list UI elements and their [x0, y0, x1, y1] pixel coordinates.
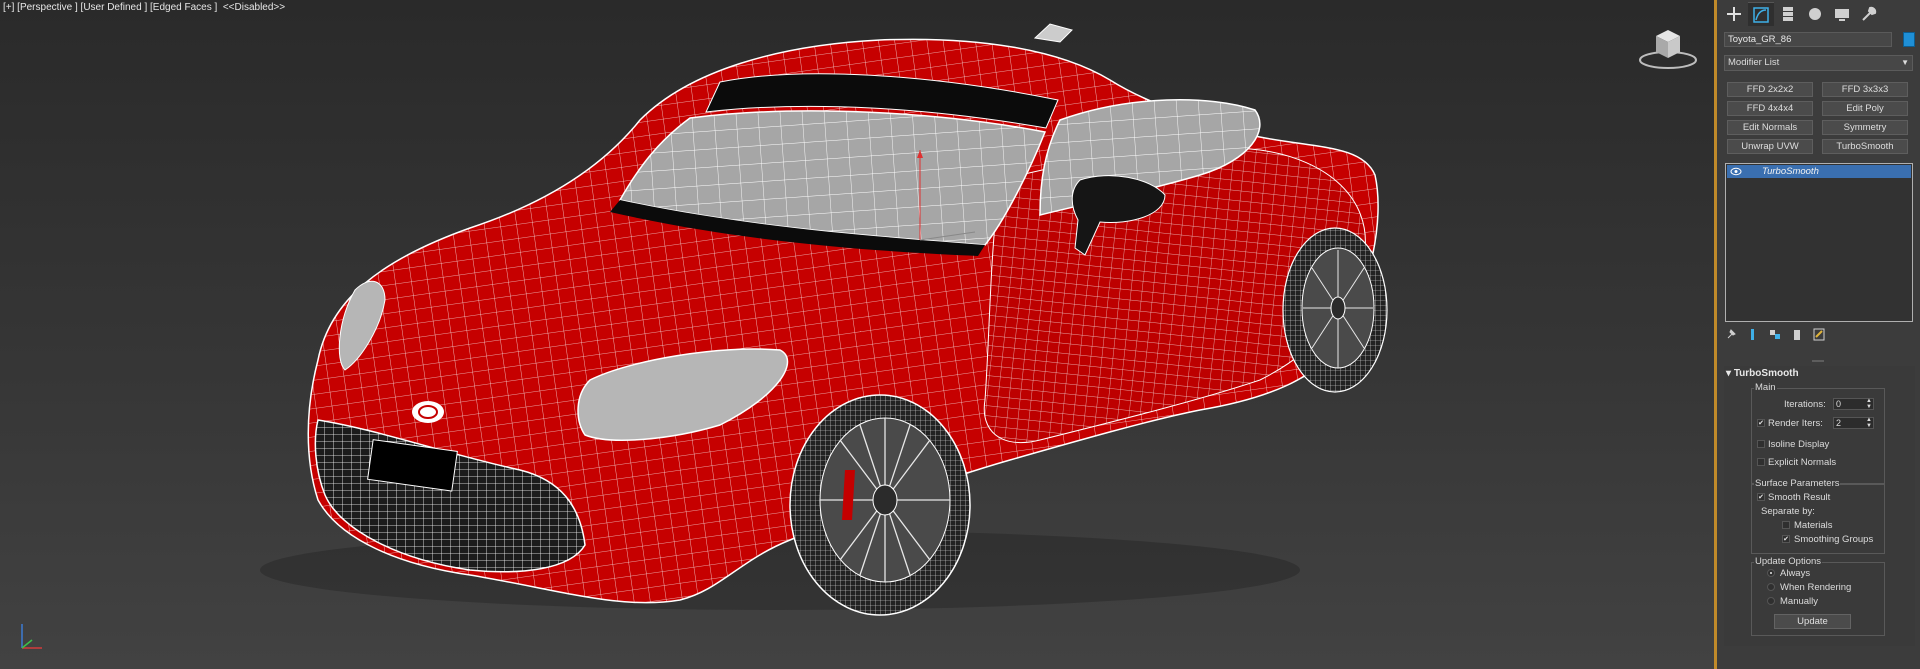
render-iters-checkbox[interactable]: ✔: [1757, 419, 1765, 427]
turbosmooth-rollout: ▾ TurboSmooth Main Iterations: 0 ▲ ▼ ✔ Re…: [1724, 366, 1915, 646]
isoline-display-checkbox[interactable]: [1757, 440, 1765, 448]
motion-icon: [1809, 8, 1821, 20]
make-unique-icon[interactable]: [1769, 328, 1781, 341]
ffd-4x4x4-button[interactable]: FFD 4x4x4: [1727, 101, 1813, 116]
render-iters-spinner[interactable]: 2 ▲ ▼: [1833, 417, 1874, 429]
display-icon: [1835, 9, 1849, 21]
modify-tab[interactable]: [1748, 2, 1774, 26]
smooth-result-checkbox[interactable]: ✔: [1757, 493, 1765, 501]
utilities-icon: [1862, 6, 1877, 21]
configure-sets-icon[interactable]: [1813, 328, 1825, 341]
ffd-2x2x2-button[interactable]: FFD 2x2x2: [1727, 82, 1813, 97]
separate-by-label: Separate by:: [1761, 506, 1815, 517]
object-color-swatch[interactable]: [1903, 32, 1915, 47]
render-iters-value: 2: [1836, 418, 1842, 428]
render-iters-label: Render Iters:: [1768, 418, 1823, 429]
smoothing-groups-label: Smoothing Groups: [1794, 534, 1874, 545]
car-wireframe-model[interactable]: [0, 0, 1714, 669]
update-button[interactable]: Update: [1774, 614, 1851, 629]
axis-tripod-icon: [21, 624, 42, 649]
utilities-tab[interactable]: [1856, 2, 1882, 26]
edit-normals-button[interactable]: Edit Normals: [1727, 120, 1813, 135]
display-tab[interactable]: [1829, 2, 1855, 26]
show-end-result-icon[interactable]: [1747, 328, 1759, 341]
modify-icon: [1753, 6, 1769, 23]
isoline-display-label: Isoline Display: [1768, 439, 1830, 450]
viewport-label-menu[interactable]: [+] [Perspective ] [User Defined ] [Edge…: [3, 2, 285, 13]
hierarchy-tab[interactable]: [1775, 2, 1801, 26]
smoothing-groups-checkbox[interactable]: ✔: [1782, 535, 1790, 543]
update-options-title: Update Options: [1754, 556, 1823, 567]
chevron-down-icon: ▼: [1901, 58, 1909, 67]
symmetry-button[interactable]: Symmetry: [1822, 120, 1908, 135]
object-name-field[interactable]: [1724, 32, 1892, 47]
iterations-spinner[interactable]: 0 ▲ ▼: [1833, 398, 1874, 410]
command-panel-tabs: [1721, 2, 1882, 26]
materials-label: Materials: [1794, 520, 1833, 531]
spinner-arrows-icon[interactable]: ▲ ▼: [1866, 417, 1872, 429]
spinner-arrows-icon[interactable]: ▲ ▼: [1866, 398, 1872, 410]
iterations-value: 0: [1836, 399, 1842, 409]
motion-tab[interactable]: [1802, 2, 1828, 26]
always-label: Always: [1780, 568, 1811, 579]
turbosmooth-button[interactable]: TurboSmooth: [1822, 139, 1908, 154]
edit-poly-button[interactable]: Edit Poly: [1822, 101, 1908, 116]
modifier-list-label: Modifier List: [1728, 57, 1780, 68]
surface-parameters-title: Surface Parameters: [1754, 478, 1841, 489]
perspective-viewport[interactable]: [+] [Perspective ] [User Defined ] [Edge…: [0, 0, 1714, 669]
smooth-result-label: Smooth Result: [1768, 492, 1831, 503]
unwrap-uvw-button[interactable]: Unwrap UVW: [1727, 139, 1813, 154]
rollout-title: TurboSmooth: [1733, 368, 1799, 379]
stack-item-turbosmooth[interactable]: TurboSmooth: [1727, 165, 1911, 178]
collapse-arrow-icon: ▾: [1726, 368, 1734, 379]
when-rendering-label: When Rendering: [1780, 582, 1852, 593]
explicit-normals-checkbox[interactable]: [1757, 458, 1765, 466]
create-icon: [1727, 7, 1741, 21]
materials-checkbox[interactable]: [1782, 521, 1790, 529]
stack-item-label: TurboSmooth: [1762, 166, 1819, 177]
modifier-stack[interactable]: TurboSmooth: [1725, 163, 1913, 322]
remove-modifier-icon[interactable]: [1791, 328, 1803, 341]
explicit-normals-label: Explicit Normals: [1768, 457, 1837, 468]
eye-icon[interactable]: [1730, 166, 1742, 177]
main-group-title: Main: [1754, 382, 1777, 393]
rollout-header[interactable]: ▾ TurboSmooth: [1726, 368, 1799, 379]
when-rendering-radio[interactable]: [1767, 583, 1775, 591]
modifier-list-dropdown[interactable]: Modifier List ▼: [1724, 55, 1913, 71]
iterations-label: Iterations:: [1784, 399, 1826, 410]
stack-toolbar: [1725, 328, 1825, 341]
ffd-3x3x3-button[interactable]: FFD 3x3x3: [1822, 82, 1908, 97]
panel-resize-handle[interactable]: [1812, 360, 1824, 362]
manually-radio[interactable]: [1767, 597, 1775, 605]
pin-stack-icon[interactable]: [1725, 328, 1737, 341]
create-tab[interactable]: [1721, 2, 1747, 26]
manually-label: Manually: [1780, 596, 1819, 607]
command-panel: Modifier List ▼ FFD 2x2x2 FFD 3x3x3 FFD …: [1717, 0, 1920, 669]
viewcube-icon[interactable]: [1638, 26, 1698, 70]
hierarchy-icon: [1783, 7, 1793, 21]
always-radio[interactable]: [1767, 569, 1775, 577]
